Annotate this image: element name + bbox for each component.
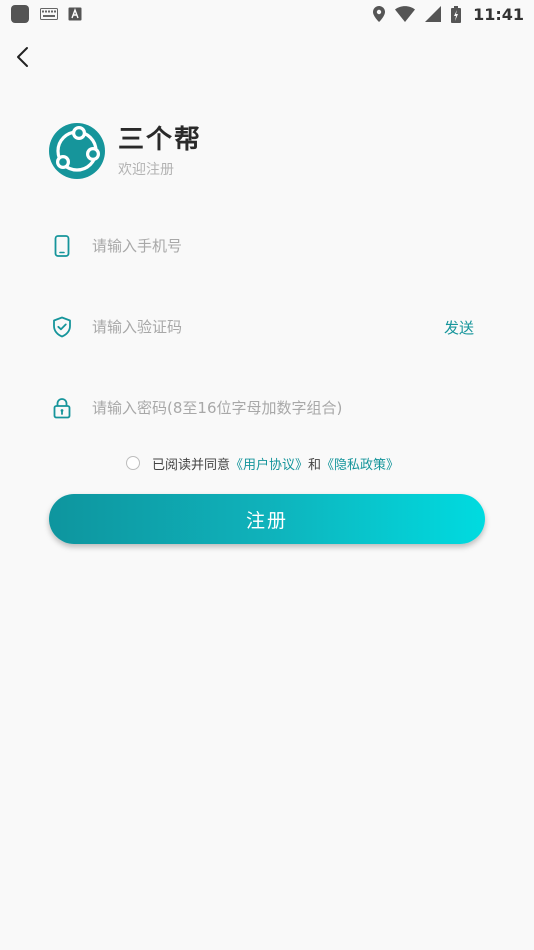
agreement-prefix: 已阅读并同意 [152, 457, 231, 473]
verification-code-input[interactable] [92, 312, 444, 342]
password-field-row [49, 388, 485, 428]
send-code-button[interactable]: 发送 [444, 317, 474, 338]
app-logo-icon [49, 123, 105, 179]
app-name: 三个帮 [118, 125, 203, 155]
status-bar-right: 11:41 [373, 5, 524, 24]
status-bar: 11:41 [0, 0, 534, 28]
keyboard-icon [40, 8, 58, 20]
agreement-row: 已阅读并同意 《用户协议》 和 《隐私政策》 [126, 453, 399, 473]
status-bar-left [10, 4, 82, 24]
welcome-subtitle: 欢迎注册 [118, 162, 174, 178]
phone-input[interactable] [92, 231, 485, 261]
a-box-icon [68, 7, 82, 21]
battery-icon [451, 5, 462, 23]
signal-icon [425, 6, 442, 22]
wifi-icon [395, 6, 416, 22]
chevron-left-icon [17, 47, 28, 67]
agreement-and: 和 [308, 457, 322, 473]
status-time: 11:41 [473, 4, 524, 24]
user-agreement-link[interactable]: 《用户协议》 [230, 454, 308, 473]
shield-check-icon [49, 314, 75, 340]
phone-field-row [49, 226, 485, 266]
privacy-policy-link[interactable]: 《隐私政策》 [321, 454, 399, 473]
lock-icon [49, 395, 75, 421]
register-button[interactable]: 注册 [49, 494, 485, 544]
password-input[interactable] [92, 393, 485, 423]
back-button[interactable] [10, 44, 36, 70]
notification-square-icon [11, 5, 29, 23]
phone-icon [49, 233, 75, 259]
location-pin-icon [373, 6, 386, 22]
code-field-row: 发送 [49, 307, 485, 347]
agreement-radio[interactable] [126, 456, 140, 470]
